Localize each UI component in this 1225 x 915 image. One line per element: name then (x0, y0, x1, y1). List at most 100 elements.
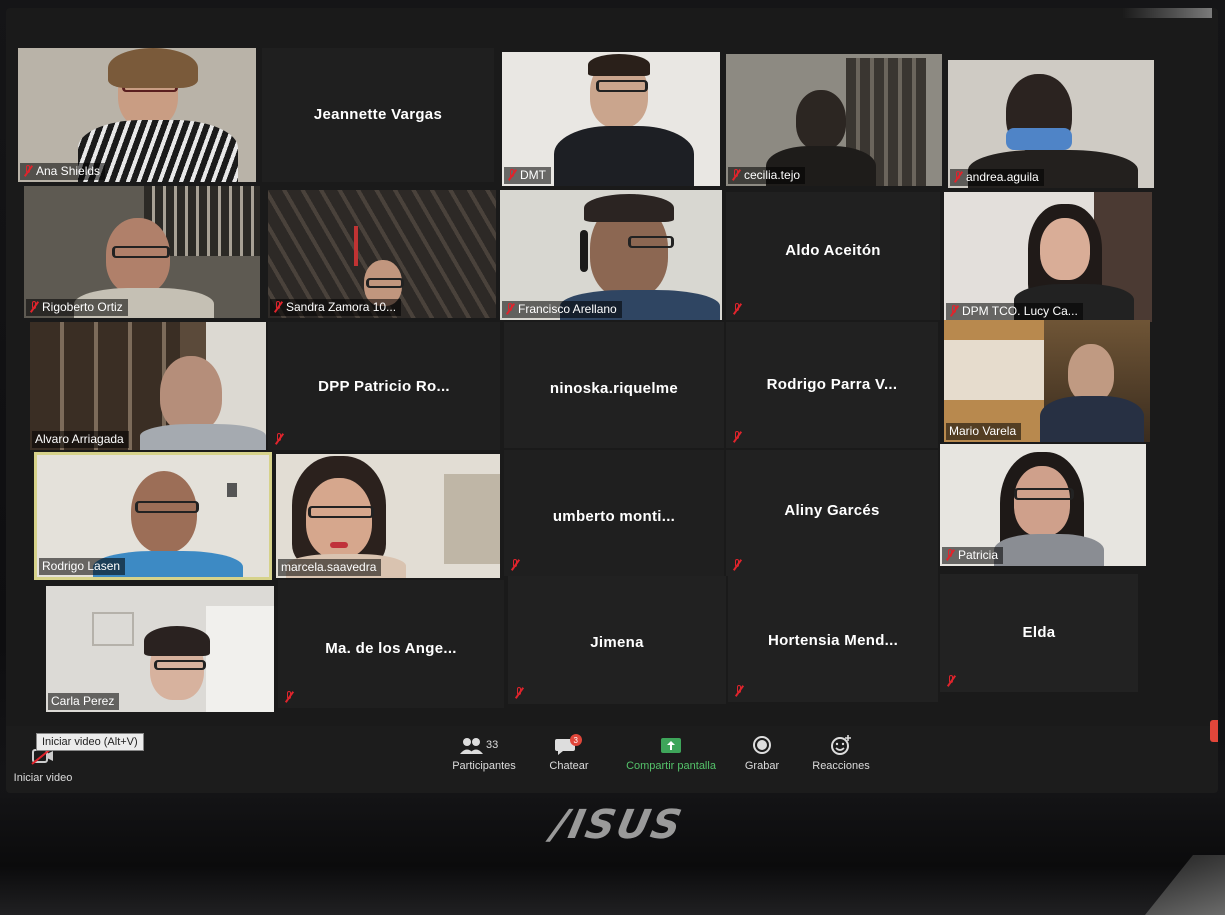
meeting-controls-toolbar: Iniciar video ⌃ 33 Participantes 3 Chate… (6, 726, 1218, 793)
microphone-muted-icon (510, 559, 520, 571)
participant-name-tag: Carla Perez (48, 693, 120, 710)
participant-name: Carla Perez (51, 694, 115, 708)
video-tile-marcela-saavedra[interactable]: marcela.saavedra (276, 454, 500, 578)
video-tile-jeannette-vargas[interactable]: Jeannette Vargas (262, 48, 494, 182)
video-tile-francisco-arellano[interactable]: Francisco Arellano (500, 190, 722, 320)
video-tile-sandra-zamora[interactable]: Sandra Zamora 10... (268, 190, 496, 318)
share-screen-label: Compartir pantalla (626, 760, 716, 772)
participant-name: Hortensia Mend... (767, 632, 899, 649)
share-screen-icon (659, 734, 683, 756)
participant-name-tag: Mario Varela (946, 423, 1022, 440)
record-icon (751, 734, 773, 756)
participant-name: Aliny Garcés (784, 502, 880, 519)
microphone-muted-icon (734, 685, 744, 697)
participant-name-tag: Alvaro Arriagada (32, 431, 129, 448)
start-video-tooltip: Iniciar video (Alt+V) (36, 733, 144, 751)
video-tile-aliny-garces[interactable]: Aliny Garcés (726, 450, 938, 576)
participants-icon: 33 (459, 734, 509, 756)
video-tile-jimena[interactable]: Jimena (508, 576, 726, 704)
participant-name: Aldo Aceitón (785, 242, 881, 259)
video-tile-umberto-monti[interactable]: umberto monti... (504, 450, 724, 576)
video-tile-dpm-tco-lucy[interactable]: DPM TCO. Lucy Ca... (944, 192, 1152, 322)
participant-name-tag: cecilia.tejo (728, 167, 806, 184)
video-tile-alvaro-arriagada[interactable]: Alvaro Arriagada (30, 322, 266, 450)
participant-name-tag: Patricia (942, 547, 1004, 564)
end-meeting-button-edge[interactable] (1210, 720, 1218, 742)
video-tile-aldo-aceiton[interactable]: Aldo Aceitón (726, 192, 940, 320)
participant-name: marcela.saavedra (281, 560, 377, 574)
video-tile-rodrigo-lasen[interactable]: Rodrigo Lasen (34, 452, 272, 580)
participant-name: ninoska.riquelme (549, 380, 679, 397)
participant-name: umberto monti... (552, 508, 676, 525)
video-tile-patricia[interactable]: Patricia (940, 444, 1146, 566)
video-tile-mario-varela[interactable]: Mario Varela (944, 320, 1150, 442)
participant-name: Mario Varela (949, 424, 1017, 438)
participant-name-tag: DPM TCO. Lucy Ca... (946, 303, 1083, 320)
video-tile-dmt[interactable]: DMT (502, 52, 720, 186)
screen-glare (1122, 8, 1212, 18)
participant-name: DPP Patricio Ro... (318, 378, 450, 395)
video-tile-elda[interactable]: Elda (940, 574, 1138, 692)
video-tile-ana-shields[interactable]: Ana Shields (18, 48, 256, 182)
reactions-label: Reacciones (812, 760, 870, 772)
zoom-meeting-window: Ana Shields Jeannette Vargas DMT cecilia… (6, 8, 1218, 793)
microphone-muted-icon (946, 675, 956, 687)
microphone-muted-icon (953, 171, 963, 183)
participant-name: DMT (520, 168, 546, 182)
participant-name: Francisco Arellano (518, 302, 617, 316)
participant-name: Rodrigo Lasen (42, 559, 121, 573)
video-tile-dpp-patricio[interactable]: DPP Patricio Ro... (268, 322, 500, 450)
video-tile-ma-de-los-angeles[interactable]: Ma. de los Ange... (278, 580, 504, 708)
participants-label: Participantes (452, 760, 516, 772)
participant-name-tag: DMT (504, 167, 551, 184)
participant-name: DPM TCO. Lucy Ca... (962, 304, 1078, 318)
chat-icon: 3 (554, 734, 584, 756)
video-tile-hortensia-mend[interactable]: Hortensia Mend... (728, 576, 938, 702)
participant-name: Rodrigo Parra V... (766, 376, 898, 393)
video-tile-carla-perez[interactable]: Carla Perez (46, 586, 274, 712)
microphone-muted-icon (23, 165, 33, 177)
participant-name-tag: Sandra Zamora 10... (270, 299, 402, 316)
reactions-icon (829, 734, 853, 756)
participant-video (18, 48, 256, 182)
microphone-muted-icon (732, 559, 742, 571)
microphone-muted-icon (505, 303, 515, 315)
microphone-muted-icon (514, 687, 524, 699)
participant-name: Jimena (590, 634, 644, 651)
video-tile-andrea-aguila[interactable]: andrea.aguila (948, 60, 1154, 188)
participant-name: Rigoberto Ortiz (42, 300, 123, 314)
participant-name: Ma. de los Ange... (325, 640, 457, 657)
record-button[interactable]: Grabar (740, 734, 784, 772)
video-tile-cecilia-tejo[interactable]: cecilia.tejo (726, 54, 942, 186)
svg-text:3: 3 (574, 736, 579, 745)
chat-button[interactable]: 3 Chatear (544, 734, 594, 772)
microphone-muted-icon (945, 549, 955, 561)
chat-label: Chatear (549, 760, 589, 772)
microphone-muted-icon (507, 169, 517, 181)
share-screen-button[interactable]: Compartir pantalla (616, 734, 726, 772)
participant-name: Elda (1022, 624, 1056, 641)
microphone-muted-icon (731, 169, 741, 181)
participant-name: cecilia.tejo (744, 168, 801, 182)
asus-logo: /ISUS (547, 802, 688, 848)
microphone-muted-icon (732, 431, 742, 443)
participant-name: Sandra Zamora 10... (286, 300, 397, 314)
participants-button[interactable]: 33 Participantes (444, 734, 524, 772)
microphone-muted-icon (273, 301, 283, 313)
participant-name: Alvaro Arriagada (35, 432, 124, 446)
participant-name-tag: marcela.saavedra (278, 559, 382, 576)
microphone-muted-icon (274, 433, 284, 445)
video-tile-ninoska-riquelme[interactable]: ninoska.riquelme (504, 322, 724, 448)
reactions-button[interactable]: Reacciones (806, 734, 876, 772)
participant-name: Jeannette Vargas (313, 106, 443, 123)
start-video-label: Iniciar video (13, 772, 73, 784)
participant-name-tag: Rigoberto Ortiz (26, 299, 128, 316)
microphone-muted-icon (29, 301, 39, 313)
start-video-button[interactable]: Iniciar video (8, 746, 78, 784)
video-tile-rodrigo-parra[interactable]: Rodrigo Parra V... (726, 322, 938, 448)
video-tile-rigoberto-ortiz[interactable]: Rigoberto Ortiz (24, 186, 260, 318)
record-label: Grabar (744, 760, 780, 772)
participant-name-tag: andrea.aguila (950, 169, 1044, 186)
participant-name: Ana Shields (36, 164, 101, 178)
participant-video (502, 52, 720, 186)
